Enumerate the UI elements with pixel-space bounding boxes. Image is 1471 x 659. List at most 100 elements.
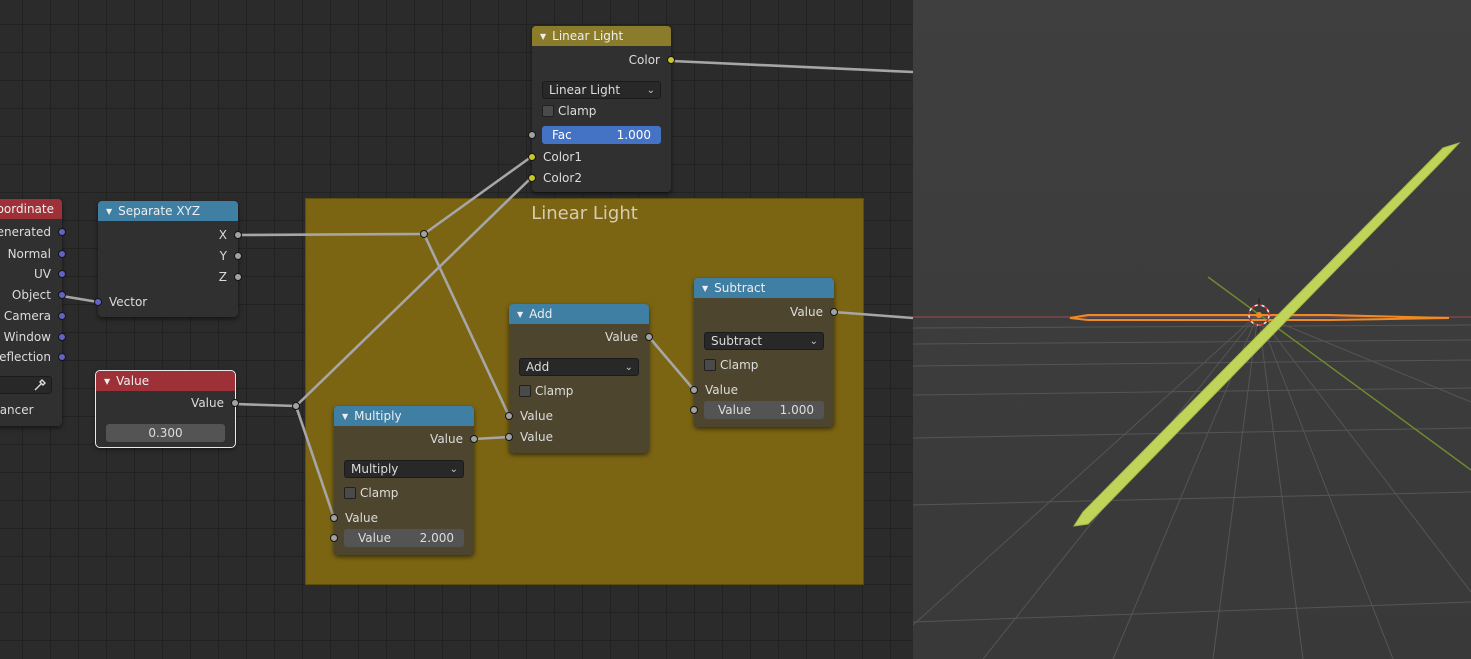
output-socket[interactable] bbox=[645, 333, 653, 341]
socket-row-x: X bbox=[98, 225, 242, 245]
field-value: 1.000 bbox=[616, 128, 651, 142]
operation-dropdown[interactable]: Multiply ⌄ bbox=[344, 460, 464, 478]
node-header[interactable]: ▼ Multiply bbox=[334, 406, 474, 426]
output-socket[interactable] bbox=[234, 252, 242, 260]
input-socket[interactable] bbox=[505, 412, 513, 420]
collapse-triangle-icon[interactable]: ▼ bbox=[106, 207, 112, 216]
checkbox-label: Clamp bbox=[535, 384, 574, 398]
node-multiply[interactable]: ▼ Multiply Value Multiply ⌄ Clamp Value Va… bbox=[330, 406, 478, 555]
clamp-checkbox[interactable]: Clamp bbox=[704, 357, 758, 373]
socket-label: X bbox=[218, 228, 227, 242]
checkbox-label: Clamp bbox=[360, 486, 399, 500]
socket-row-uv: UV bbox=[0, 264, 66, 284]
collapse-triangle-icon[interactable]: ▼ bbox=[104, 377, 110, 386]
node-value[interactable]: ▼ Value Value 0.300 bbox=[95, 370, 239, 448]
socket-label: Normal bbox=[7, 247, 51, 261]
output-socket[interactable] bbox=[58, 333, 66, 341]
input-socket[interactable] bbox=[528, 153, 536, 161]
operation-dropdown[interactable]: Subtract ⌄ bbox=[704, 332, 824, 350]
output-socket[interactable] bbox=[58, 228, 66, 236]
eyedropper-icon[interactable] bbox=[33, 378, 47, 397]
clamp-checkbox[interactable]: Clamp bbox=[344, 485, 398, 501]
fac-input-socket[interactable] bbox=[528, 131, 536, 139]
object-picker[interactable] bbox=[0, 376, 52, 394]
node-header[interactable]: oordinate bbox=[0, 199, 62, 219]
output-socket[interactable] bbox=[58, 353, 66, 361]
socket-label: Color1 bbox=[543, 150, 582, 164]
output-socket[interactable] bbox=[234, 231, 242, 239]
node-subtract[interactable]: ▼ Subtract Value Subtract ⌄ Clamp Value Va… bbox=[690, 278, 838, 427]
node-header[interactable]: ▼ Add bbox=[509, 304, 649, 324]
value-input-field[interactable]: Value 2.000 bbox=[344, 529, 464, 547]
socket-row-value-out: Value bbox=[509, 327, 653, 347]
dropdown-value: Multiply bbox=[351, 462, 399, 476]
value-input-field[interactable]: Value 1.000 bbox=[704, 401, 824, 419]
link-value-to-reroute bbox=[234, 402, 297, 408]
checkbox-box[interactable] bbox=[704, 359, 716, 371]
dropdown-value: Subtract bbox=[711, 334, 763, 348]
socket-label: Window bbox=[3, 330, 51, 344]
node-title: Subtract bbox=[714, 281, 766, 295]
checkbox-box[interactable] bbox=[519, 385, 531, 397]
node-separate-xyz[interactable]: ▼ Separate XYZ X Y Z Vector bbox=[94, 201, 242, 317]
value-input-socket[interactable] bbox=[690, 406, 698, 414]
value-input-socket[interactable] bbox=[330, 534, 338, 542]
node-title: Multiply bbox=[354, 409, 402, 423]
output-socket[interactable] bbox=[667, 56, 675, 64]
output-socket[interactable] bbox=[470, 435, 478, 443]
node-texture-coordinate[interactable]: oordinate enerated Normal UV Object Came… bbox=[0, 199, 66, 426]
output-socket[interactable] bbox=[58, 270, 66, 278]
node-header[interactable]: ▼ Value bbox=[96, 371, 235, 391]
socket-label: Value bbox=[705, 383, 738, 397]
3d-viewport[interactable] bbox=[913, 0, 1471, 659]
socket-label: Y bbox=[219, 249, 227, 263]
checkbox-box[interactable] bbox=[344, 487, 356, 499]
node-add[interactable]: ▼ Add Value Add ⌄ Clamp Value Value bbox=[505, 304, 653, 453]
socket-row-value-out: Value bbox=[694, 302, 838, 322]
fac-slider[interactable]: Fac 1.000 bbox=[542, 126, 661, 144]
checkbox-box[interactable] bbox=[542, 105, 554, 117]
output-socket[interactable] bbox=[58, 291, 66, 299]
reroute-point-x[interactable] bbox=[420, 230, 428, 238]
input-socket[interactable] bbox=[528, 174, 536, 182]
node-editor[interactable]: Linear Light oordinate enerated Normal U… bbox=[0, 0, 913, 659]
chevron-down-icon: ⌄ bbox=[809, 336, 818, 347]
output-socket[interactable] bbox=[231, 399, 239, 407]
node-title: Linear Light bbox=[552, 29, 624, 43]
socket-row-color2: Color2 bbox=[528, 168, 671, 188]
input-socket[interactable] bbox=[505, 433, 513, 441]
node-linear-light[interactable]: ▼ Linear Light Color Linear Light ⌄ Clamp … bbox=[528, 26, 675, 192]
node-title: oordinate bbox=[0, 202, 54, 216]
input-socket[interactable] bbox=[94, 298, 102, 306]
collapse-triangle-icon[interactable]: ▼ bbox=[540, 32, 546, 41]
node-header[interactable]: ▼ Subtract bbox=[694, 278, 834, 298]
socket-row-reflection: Reflection bbox=[0, 347, 66, 367]
clamp-checkbox[interactable]: Clamp bbox=[519, 383, 573, 399]
output-socket[interactable] bbox=[234, 273, 242, 281]
socket-label: Color2 bbox=[543, 171, 582, 185]
viewport-background bbox=[913, 0, 1471, 659]
clamp-checkbox[interactable]: Clamp bbox=[542, 103, 596, 119]
output-socket[interactable] bbox=[830, 308, 838, 316]
blend-mode-dropdown[interactable]: Linear Light ⌄ bbox=[542, 81, 661, 99]
dropdown-value: Linear Light bbox=[549, 83, 621, 97]
node-header[interactable]: ▼ Separate XYZ bbox=[98, 201, 238, 221]
reroute-point-value[interactable] bbox=[292, 402, 300, 410]
socket-row-object: Object bbox=[0, 285, 66, 305]
dropdown-value: Add bbox=[526, 360, 550, 374]
operation-dropdown[interactable]: Add ⌄ bbox=[519, 358, 639, 376]
output-socket[interactable] bbox=[58, 312, 66, 320]
collapse-triangle-icon[interactable]: ▼ bbox=[517, 310, 523, 319]
chevron-down-icon: ⌄ bbox=[646, 85, 655, 96]
collapse-triangle-icon[interactable]: ▼ bbox=[342, 412, 348, 421]
socket-label: Vector bbox=[109, 295, 148, 309]
chevron-down-icon: ⌄ bbox=[624, 362, 633, 373]
value-field[interactable]: 0.300 bbox=[106, 424, 225, 442]
input-socket[interactable] bbox=[690, 386, 698, 394]
node-title: Separate XYZ bbox=[118, 204, 201, 218]
output-socket[interactable] bbox=[58, 250, 66, 258]
collapse-triangle-icon[interactable]: ▼ bbox=[702, 284, 708, 293]
input-socket[interactable] bbox=[330, 514, 338, 522]
socket-row-y: Y bbox=[98, 246, 242, 266]
node-header[interactable]: ▼ Linear Light bbox=[532, 26, 671, 46]
